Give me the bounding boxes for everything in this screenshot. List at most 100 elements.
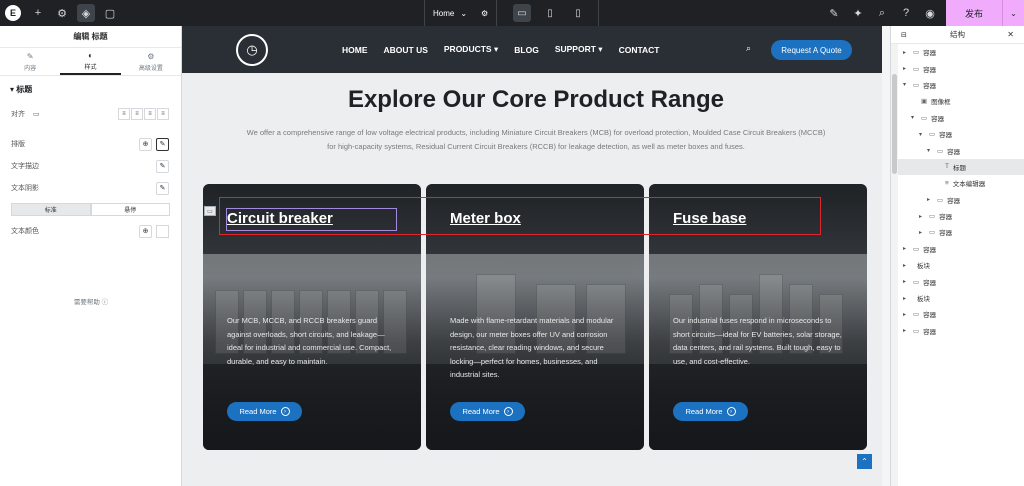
tab-advanced[interactable]: ⚙ 高级设置 bbox=[121, 48, 181, 75]
structure-item[interactable]: ▾ ▭ 容器 bbox=[891, 110, 1024, 126]
tab-hover[interactable]: 悬停 bbox=[90, 203, 170, 216]
elementor-logo-button[interactable]: E bbox=[0, 0, 26, 26]
tab-style[interactable]: ◐ 样式 bbox=[60, 48, 121, 75]
card-text: Our industrial fuses respond in microsec… bbox=[673, 316, 842, 366]
element-type-icon: ▭ bbox=[913, 278, 920, 286]
caret-icon[interactable]: ▸ bbox=[903, 295, 909, 302]
structure-item[interactable]: ▸ ▭ 容器 bbox=[891, 273, 1024, 289]
read-more-button[interactable]: Read More › bbox=[227, 402, 302, 421]
globe-icon[interactable]: ⊕ bbox=[139, 224, 152, 238]
nav-products[interactable]: PRODUCTS ▾ bbox=[444, 44, 498, 55]
request-quote-button[interactable]: Request A Quote bbox=[771, 40, 852, 60]
nav-home[interactable]: HOME bbox=[342, 45, 368, 55]
structure-item[interactable]: ≡ 文本编辑器 bbox=[891, 175, 1024, 191]
text-shadow-label: 文本阴影 bbox=[11, 185, 39, 192]
nav-blog[interactable]: BLOG bbox=[514, 45, 539, 55]
structure-item[interactable]: ▣ 图像框 bbox=[891, 93, 1024, 109]
notes-icon[interactable]: ✎ bbox=[822, 0, 846, 26]
structure-item[interactable]: ▸ ▭ 容器 bbox=[891, 60, 1024, 76]
nav-support[interactable]: SUPPORT ▾ bbox=[555, 44, 603, 55]
search-icon[interactable]: ⌕ bbox=[746, 43, 751, 54]
edit-pencil-icon[interactable]: ✎ bbox=[156, 137, 169, 151]
scroll-to-top-button[interactable]: ⌃ bbox=[857, 454, 872, 469]
caret-icon[interactable]: ▾ bbox=[903, 81, 909, 88]
element-type-icon: ▭ bbox=[913, 311, 920, 319]
publish-options-chevron-icon[interactable]: ⌄ bbox=[1002, 0, 1024, 26]
caret-icon[interactable]: ▾ bbox=[927, 147, 933, 154]
ai-icon[interactable]: ✦ bbox=[846, 0, 870, 26]
typography-control: 排版 ⊕ ✎ bbox=[0, 133, 181, 155]
nav-about-us[interactable]: ABOUT US bbox=[384, 45, 428, 55]
tab-content[interactable]: ✎ 内容 bbox=[0, 48, 60, 75]
edit-pencil-icon[interactable]: ✎ bbox=[156, 181, 169, 195]
need-help-link[interactable]: 需要帮助 ⓘ bbox=[0, 296, 182, 306]
color-picker-swatch[interactable] bbox=[156, 224, 169, 238]
caret-icon[interactable]: ▾ bbox=[919, 131, 925, 138]
responsive-device-switcher: ▭ ▯ ▯ bbox=[508, 0, 599, 26]
search-icon[interactable]: ⌕ bbox=[870, 0, 894, 26]
align-center-icon[interactable]: ≡ bbox=[131, 108, 143, 120]
structure-item[interactable]: ▸ ▭ 容器 bbox=[891, 208, 1024, 224]
site-logo-icon[interactable]: ◷ bbox=[236, 34, 268, 66]
structure-item-label: 容器 bbox=[923, 312, 937, 320]
structure-item[interactable]: ▸ 板块 bbox=[891, 257, 1024, 273]
tab-label: 样式 bbox=[84, 64, 97, 71]
align-left-icon[interactable]: ≡ bbox=[118, 108, 130, 120]
help-icon[interactable]: ? bbox=[894, 0, 918, 26]
globe-icon[interactable]: ⊕ bbox=[139, 137, 152, 151]
site-nav: HOME ABOUT US PRODUCTS ▾ BLOG SUPPORT ▾ … bbox=[342, 26, 659, 73]
publish-button[interactable]: 发布 bbox=[946, 0, 1002, 26]
nav-contact[interactable]: CONTACT bbox=[619, 45, 660, 55]
text-stroke-label: 文字描边 bbox=[11, 163, 39, 170]
structure-layers-icon[interactable]: ◈ bbox=[77, 4, 95, 22]
align-justify-icon[interactable]: ≡ bbox=[157, 108, 169, 120]
add-element-icon[interactable]: + bbox=[26, 0, 50, 26]
structure-item[interactable]: ▸ ▭ 容器 bbox=[891, 44, 1024, 60]
edit-pencil-icon[interactable]: ✎ bbox=[156, 159, 169, 173]
canvas-scrollbar[interactable] bbox=[882, 26, 890, 486]
page-selector[interactable]: Home ⌄ ⚙ bbox=[424, 0, 498, 26]
caret-icon[interactable]: ▸ bbox=[903, 65, 909, 72]
structure-item[interactable]: ▾ ▭ 容器 bbox=[891, 126, 1024, 142]
structure-item-label: 容器 bbox=[939, 132, 953, 140]
structure-item[interactable]: T 标题 bbox=[891, 158, 1024, 176]
expand-all-icon[interactable]: ⊟ bbox=[901, 31, 907, 39]
tablet-icon[interactable]: ▯ bbox=[536, 0, 564, 26]
structure-item[interactable]: ▾ ▭ 容器 bbox=[891, 77, 1024, 93]
comments-icon[interactable]: ▢ bbox=[98, 0, 122, 26]
desktop-icon[interactable]: ▭ bbox=[33, 111, 40, 118]
caret-icon[interactable]: ▸ bbox=[919, 213, 925, 220]
align-right-icon[interactable]: ≡ bbox=[144, 108, 156, 120]
preview-eye-icon[interactable]: ◉ bbox=[918, 0, 942, 26]
structure-item[interactable]: ▸ ▭ 容器 bbox=[891, 323, 1024, 339]
read-more-button[interactable]: Read More › bbox=[673, 402, 748, 421]
structure-item[interactable]: ▾ ▭ 容器 bbox=[891, 142, 1024, 158]
structure-item[interactable]: ▸ ▭ 容器 bbox=[891, 192, 1024, 208]
desktop-icon[interactable]: ▭ bbox=[513, 4, 531, 22]
caret-icon[interactable]: ▸ bbox=[903, 245, 909, 252]
caret-icon[interactable]: ▸ bbox=[903, 327, 909, 334]
tab-normal[interactable]: 标准 bbox=[11, 203, 91, 216]
container-edit-handle[interactable]: ▭ bbox=[204, 206, 216, 216]
structure-item[interactable]: ▸ ▭ 容器 bbox=[891, 306, 1024, 322]
caret-icon[interactable]: ▾ bbox=[911, 114, 917, 121]
site-settings-icon[interactable]: ⚙ bbox=[50, 0, 74, 26]
typography-label: 排版 bbox=[11, 141, 25, 148]
close-icon[interactable]: ✕ bbox=[1007, 30, 1014, 39]
structure-scrollbar[interactable] bbox=[891, 44, 898, 486]
structure-item[interactable]: ▸ 板块 bbox=[891, 290, 1024, 306]
caret-icon[interactable]: ▸ bbox=[903, 311, 909, 318]
caret-icon[interactable]: ▸ bbox=[903, 49, 909, 56]
caret-icon[interactable]: ▸ bbox=[903, 262, 909, 269]
mobile-icon[interactable]: ▯ bbox=[564, 0, 592, 26]
read-more-button[interactable]: Read More › bbox=[450, 402, 525, 421]
structure-item[interactable]: ▸ ▭ 容器 bbox=[891, 224, 1024, 240]
caret-icon[interactable]: ▸ bbox=[903, 278, 909, 285]
page-settings-icon[interactable]: ⚙ bbox=[481, 9, 488, 18]
structure-item[interactable]: ▸ ▭ 容器 bbox=[891, 241, 1024, 257]
element-type-icon: ▭ bbox=[913, 327, 920, 335]
caret-icon[interactable]: ▸ bbox=[919, 229, 925, 236]
section-title-toggle[interactable]: ▾ 标题 bbox=[0, 76, 181, 103]
element-type-icon: ≡ bbox=[945, 179, 949, 187]
caret-icon[interactable]: ▸ bbox=[927, 196, 933, 203]
